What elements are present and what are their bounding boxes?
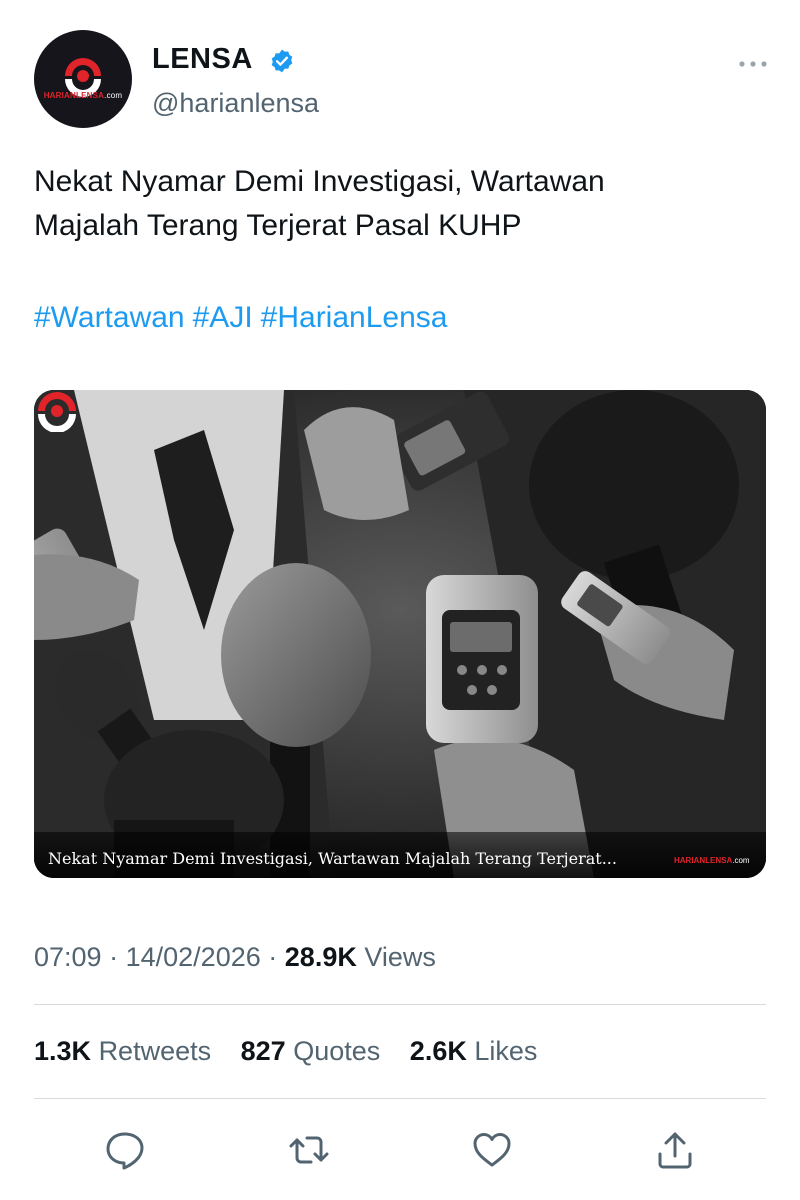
hashtag-link[interactable]: #Wartawan — [34, 301, 185, 334]
divider — [34, 1098, 766, 1099]
views-label: Views — [364, 942, 436, 972]
avatar-logo-text: HARIANLENSA.com — [43, 91, 123, 100]
reply-button[interactable] — [103, 1128, 147, 1172]
quotes-stat[interactable]: 827 Quotes — [241, 1036, 381, 1066]
hashtag-link[interactable]: #AJI — [193, 301, 253, 334]
tweet-meta: 07:09 · 14/02/2026 · 28.9K Views — [34, 942, 436, 973]
meta-separator: · — [109, 942, 119, 972]
views-count: 28.9K — [284, 942, 357, 972]
like-icon — [473, 1133, 511, 1167]
share-icon — [658, 1132, 692, 1169]
media-image[interactable]: Nekat Nyamar Demi Investigasi, Wartawan … — [34, 390, 766, 878]
hashtag-link[interactable]: #HarianLensa — [261, 301, 448, 334]
author-handle[interactable]: @harianlensa — [152, 88, 319, 119]
retweet-icon — [289, 1136, 329, 1164]
reply-icon — [106, 1132, 144, 1170]
divider — [34, 1004, 766, 1005]
tweet-time[interactable]: 07:09 — [34, 942, 102, 972]
share-button[interactable] — [653, 1128, 697, 1172]
retweets-stat[interactable]: 1.3K Retweets — [34, 1036, 211, 1066]
meta-separator: · — [268, 942, 278, 972]
like-button[interactable] — [470, 1128, 514, 1172]
retweet-button[interactable] — [287, 1128, 331, 1172]
tweet-text: Nekat Nyamar Demi Investigasi, Wartawan … — [34, 160, 734, 248]
press-microphones-photo — [34, 390, 766, 878]
tweet-text-line: Nekat Nyamar Demi Investigasi, Wartawan — [34, 165, 605, 198]
watermark-text: HARIANLENSA.com — [674, 856, 750, 865]
engagement-stats: 1.3K Retweets 827 Quotes 2.6K Likes — [34, 1036, 559, 1067]
watermark-logo-icon — [38, 392, 76, 432]
hashtag-list: #Wartawan #AJI #HarianLensa — [34, 296, 455, 340]
author-display-name[interactable]: LENSA — [152, 43, 253, 76]
tweet-text-line: Majalah Terang Terjerat Pasal KUHP — [34, 209, 522, 242]
tweet-date[interactable]: 14/02/2026 — [126, 942, 261, 972]
avatar[interactable]: HARIANLENSA.com — [34, 30, 132, 128]
likes-stat[interactable]: 2.6K Likes — [410, 1036, 538, 1066]
media-caption: Nekat Nyamar Demi Investigasi, Wartawan … — [48, 849, 617, 868]
more-horizontal-icon[interactable] — [736, 54, 770, 74]
verified-badge-icon — [271, 49, 293, 73]
harianlensa-logo-icon — [65, 58, 101, 97]
